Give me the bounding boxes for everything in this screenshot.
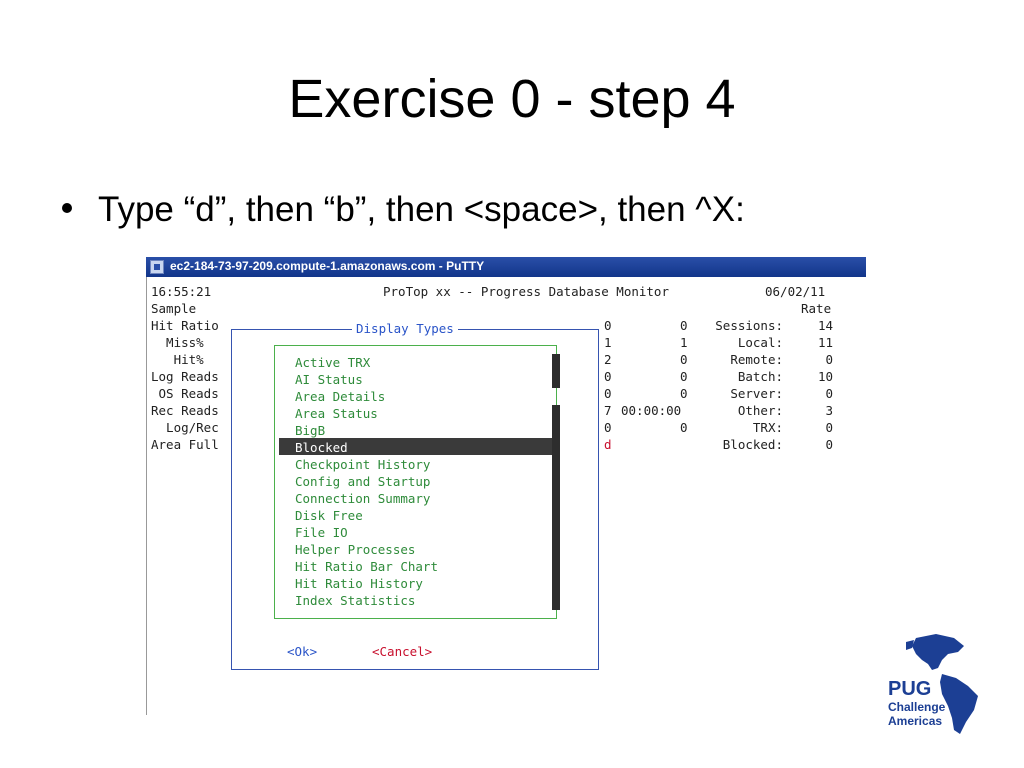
mid-value: 2 (604, 352, 612, 367)
menu-item[interactable]: Area Details (295, 388, 385, 405)
bullet-dot-icon (62, 202, 72, 213)
menu-item[interactable]: Area Status (295, 405, 378, 422)
mid-value: 1 (680, 335, 688, 350)
terminal-date: 06/02/11 (765, 284, 826, 299)
right-value: 0 (825, 420, 833, 435)
mid-value: 0 (680, 386, 688, 401)
mid-value: 0 (604, 386, 612, 401)
mid-value: 1 (604, 335, 612, 350)
menu-item[interactable]: Active TRX (295, 354, 370, 371)
left-label: Log Reads (151, 369, 219, 384)
right-value: 10 (817, 369, 833, 384)
right-value: 3 (825, 403, 833, 418)
right-label: Server: (730, 386, 783, 401)
right-label: Other: (737, 403, 783, 418)
rate-label: Rate (801, 301, 832, 316)
left-label: Area Full (151, 437, 219, 452)
ok-button[interactable]: <Ok> (287, 643, 317, 660)
left-label: Miss% (151, 335, 204, 350)
window-title: ec2-184-73-97-209.compute-1.amazonaws.co… (170, 259, 485, 273)
right-label: TRX: (752, 420, 783, 435)
mid-value: 0 (604, 369, 612, 384)
mid-value: 0 (680, 352, 688, 367)
terminal-header: ProTop xx -- Progress Database Monitor (383, 284, 669, 299)
menu-item[interactable]: File IO (295, 524, 348, 541)
mid-value: 0 (680, 420, 688, 435)
menu-item-selected[interactable]: Blocked (295, 439, 348, 456)
menu-item[interactable]: Connection Summary (295, 490, 430, 507)
stray-char: d (604, 437, 612, 452)
mid-value: 0 (680, 369, 688, 384)
right-label: Batch: (737, 369, 783, 384)
right-label: Remote: (730, 352, 783, 367)
scrollbar-thumb[interactable] (552, 405, 560, 610)
menu-item[interactable]: BigB (295, 422, 325, 439)
terminal-time: 16:55:21 (151, 284, 212, 299)
mid-value: 0 (680, 318, 688, 333)
left-label: Hit Ratio (151, 318, 219, 333)
mid-value: 7 (604, 403, 612, 418)
right-value: 14 (817, 318, 833, 333)
menu-item[interactable]: Hit Ratio Bar Chart (295, 558, 438, 575)
bullet-point: Type “d”, then “b”, then <space>, then ^… (62, 190, 745, 230)
menu-item[interactable]: Helper Processes (295, 541, 415, 558)
menu-item[interactable]: Disk Free (295, 507, 363, 524)
left-label: Rec Reads (151, 403, 219, 418)
menu-item[interactable]: Index Statistics (295, 592, 415, 609)
bullet-text: Type “d”, then “b”, then <space>, then ^… (98, 190, 745, 229)
logo-text-pug: PUG (888, 678, 932, 700)
mid-value: 0 (604, 420, 612, 435)
right-label: Local: (737, 335, 783, 350)
right-value: 0 (825, 437, 833, 452)
putty-app-icon[interactable] (150, 260, 164, 274)
slide-title: Exercise 0 - step 4 (288, 69, 736, 129)
right-label: Blocked: (722, 437, 783, 452)
menu-item[interactable]: Checkpoint History (295, 456, 430, 473)
mid-value: 00:00:00 (621, 403, 682, 418)
terminal-pane[interactable]: 16:55:21 ProTop xx -- Progress Database … (146, 277, 866, 715)
left-label: Log/Rec (151, 420, 219, 435)
menu-item[interactable]: Config and Startup (295, 473, 430, 490)
left-label: Sample (151, 301, 197, 316)
dialog-title: Display Types (352, 320, 458, 337)
right-label: Sessions: (715, 318, 783, 333)
pug-logo: PUG Challenge Americas (888, 630, 988, 740)
left-label: OS Reads (151, 386, 219, 401)
right-value: 0 (825, 386, 833, 401)
menu-item[interactable]: AI Status (295, 371, 363, 388)
window-titlebar[interactable]: ec2-184-73-97-209.compute-1.amazonaws.co… (146, 257, 866, 277)
menu-item[interactable]: Hit Ratio History (295, 575, 423, 592)
right-value: 0 (825, 352, 833, 367)
scrollbar-segment[interactable] (552, 354, 560, 388)
logo-text-challenge: Challenge (888, 700, 946, 714)
logo-text-americas: Americas (888, 714, 943, 728)
left-label: Hit% (151, 352, 204, 367)
cancel-button[interactable]: <Cancel> (372, 643, 432, 660)
right-value: 11 (817, 335, 833, 350)
mid-value: 0 (604, 318, 612, 333)
putty-window[interactable]: ec2-184-73-97-209.compute-1.amazonaws.co… (146, 257, 866, 715)
